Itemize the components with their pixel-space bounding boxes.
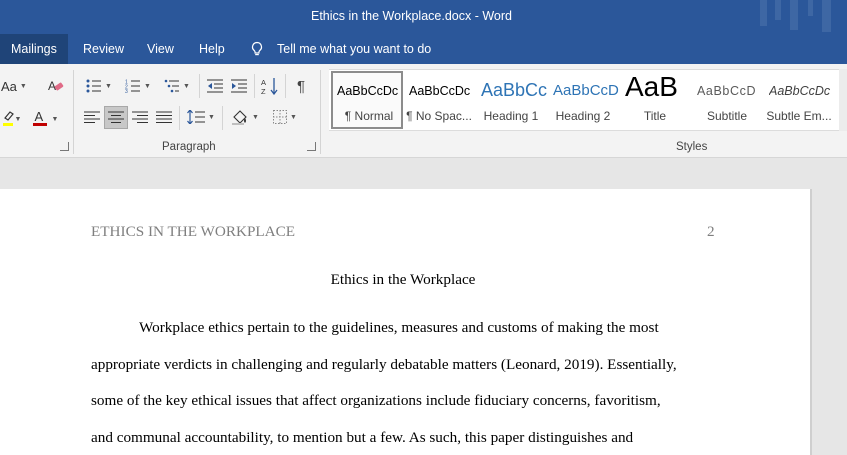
style-subtle-emphasis[interactable]: AaBbCcDc Subtle Em... <box>763 71 835 129</box>
clear-formatting-button[interactable]: A <box>45 76 67 96</box>
style-name: Title <box>643 109 667 123</box>
lightbulb-icon <box>251 41 263 56</box>
align-center-icon <box>108 111 124 123</box>
tab-review[interactable]: Review <box>72 34 135 64</box>
highlight-dropdown[interactable]: ▼ <box>14 112 22 126</box>
svg-text:Z: Z <box>261 87 266 95</box>
tell-me-label: Tell me what you want to do <box>277 42 432 56</box>
justify-button[interactable] <box>153 106 175 128</box>
sort-button[interactable]: A Z <box>259 75 281 97</box>
page-number: 2 <box>707 223 715 240</box>
tab-view[interactable]: View <box>136 34 185 64</box>
align-right-icon <box>132 111 148 123</box>
numbering-icon: 1 2 3 <box>125 80 141 93</box>
vertical-scrollbar[interactable] <box>829 189 847 455</box>
styles-gallery: AaBbCcDc ¶ Normal AaBbCcDc ¶ No Spac... … <box>329 69 847 131</box>
line-spacing-button[interactable]: ▼ <box>184 106 218 128</box>
style-name: Subtle Em... <box>766 109 832 123</box>
group-separator <box>73 70 74 154</box>
style-preview: AaBbCcD <box>697 84 757 98</box>
document-title: Ethics in the Workplace <box>330 271 476 288</box>
paragraph-line: appropriate verdicts in challenging and … <box>91 356 677 373</box>
font-color-dropdown[interactable]: ▼ <box>50 112 60 126</box>
font-color-icon: A <box>33 109 47 126</box>
show-marks-button[interactable]: ¶ <box>290 75 312 97</box>
style-subtitle[interactable]: AaBbCcD Subtitle <box>691 71 763 129</box>
style-name: Subtitle <box>706 109 748 123</box>
svg-text:3: 3 <box>125 89 128 93</box>
sort-icon: A Z <box>261 78 278 95</box>
justify-icon <box>156 111 172 123</box>
style-name: Heading 1 <box>483 109 539 123</box>
title-bar-decoration <box>822 0 831 32</box>
running-head: ETHICS IN THE WORKPLACE <box>91 223 296 240</box>
multilevel-list-icon <box>164 79 180 93</box>
group-separator <box>222 106 223 130</box>
group-separator <box>199 74 200 98</box>
title-bar: Ethics in the Workplace.docx - Word <box>0 0 847 34</box>
decrease-indent-button[interactable] <box>204 76 226 96</box>
style-heading-2[interactable]: AaBbCcD Heading 2 <box>547 71 619 129</box>
shading-button[interactable]: ▼ <box>227 106 263 128</box>
bullets-button[interactable]: ▼ <box>82 76 116 96</box>
paragraph-line: Workplace ethics pertain to the guidelin… <box>139 319 659 336</box>
font-color-button[interactable]: A <box>30 108 50 128</box>
numbering-button[interactable]: 1 2 3 ▼ <box>121 76 155 96</box>
paragraph-dialog-launcher[interactable] <box>307 142 316 151</box>
style-preview: AaBbCcD <box>553 82 619 99</box>
style-normal[interactable]: AaBbCcDc ¶ Normal <box>331 71 403 129</box>
line-spacing-icon <box>187 110 206 124</box>
style-preview: AaBbCcDc <box>337 84 399 98</box>
decrease-indent-icon <box>207 79 223 93</box>
increase-indent-button[interactable] <box>228 76 250 96</box>
style-title[interactable]: AaB Title <box>619 71 691 129</box>
styles-gallery-scroll[interactable] <box>839 69 847 131</box>
group-separator <box>179 106 180 130</box>
bullets-icon <box>86 79 102 93</box>
group-separator <box>254 74 255 98</box>
style-no-spacing[interactable]: AaBbCcDc ¶ No Spac... <box>403 71 475 129</box>
style-heading-1[interactable]: AaBbCc Heading 1 <box>475 71 547 129</box>
tab-mailings[interactable]: Mailings <box>0 34 68 64</box>
style-name: ¶ No Spac... <box>406 109 472 123</box>
borders-button[interactable]: ▼ <box>267 106 303 128</box>
paragraph-line: and communal accountability, to mention … <box>91 429 634 446</box>
borders-icon <box>273 110 288 124</box>
tell-me-search[interactable]: Tell me what you want to do <box>250 34 431 64</box>
increase-indent-icon <box>231 79 247 93</box>
style-name: ¶ Normal <box>344 109 394 123</box>
style-preview: AaBbCcDc <box>409 84 471 98</box>
font-dialog-launcher[interactable] <box>60 142 69 151</box>
styles-group-label: Styles <box>676 141 708 153</box>
group-separator <box>285 74 286 98</box>
page-shadow <box>810 189 812 455</box>
multilevel-list-button[interactable]: ▼ <box>160 76 194 96</box>
style-name: Heading 2 <box>555 109 611 123</box>
clear-formatting-icon: A <box>48 79 64 93</box>
ribbon-tab-bar: Mailings Review View Help Tell me what y… <box>0 34 847 64</box>
align-center-button[interactable] <box>104 106 128 129</box>
svg-text:A: A <box>48 79 56 93</box>
show-marks-icon: ¶ <box>296 77 306 95</box>
tab-help[interactable]: Help <box>188 34 236 64</box>
shading-icon <box>232 110 247 125</box>
group-separator <box>320 70 321 154</box>
align-right-button[interactable] <box>129 106 151 128</box>
svg-text:A: A <box>35 109 44 124</box>
svg-text:A: A <box>261 78 266 87</box>
style-preview: AaBbCc <box>481 80 547 100</box>
change-case-button[interactable]: Aa ▼ <box>0 76 34 96</box>
align-left-icon <box>84 111 100 123</box>
align-left-button[interactable] <box>81 106 103 128</box>
style-preview: AaBbCcDc <box>769 84 831 98</box>
window-title: Ethics in the Workplace.docx - Word <box>310 9 512 23</box>
change-case-label: Aa <box>1 78 17 94</box>
paragraph-line: some of the key ethical issues that affe… <box>91 392 661 409</box>
paragraph-group-label: Paragraph <box>162 141 216 153</box>
style-preview: AaB <box>625 71 678 102</box>
